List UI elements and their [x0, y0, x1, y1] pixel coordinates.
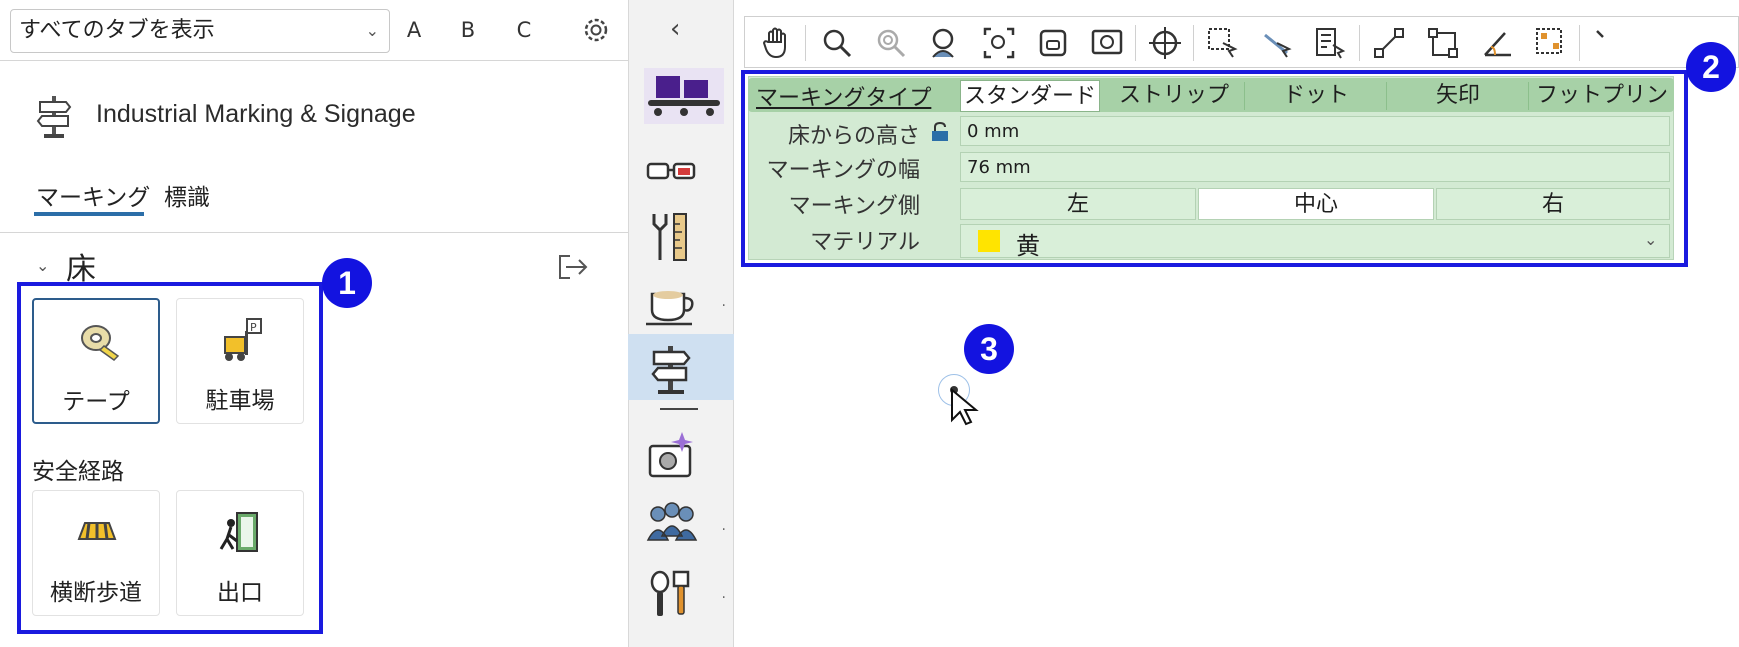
more-indicator: ·	[721, 298, 726, 314]
tab-filter-value: すべてのタブを表示	[19, 18, 215, 43]
zoom-selection-icon[interactable]	[1035, 25, 1071, 61]
filter-b-button[interactable]: B	[452, 14, 484, 46]
category-camera[interactable]	[628, 420, 734, 486]
kitchen-tools-icon	[650, 570, 690, 616]
tab-filter-dropdown[interactable]: すべてのタブを表示 ⌄	[10, 9, 390, 53]
category-signage[interactable]	[628, 334, 734, 400]
tools-icon	[652, 213, 687, 261]
filter-a-button[interactable]: A	[398, 14, 430, 46]
zoom-person-icon[interactable]	[927, 25, 963, 61]
hand-pan-icon[interactable]	[759, 25, 795, 61]
tab-signage[interactable]: 標識	[164, 178, 210, 212]
category-people[interactable]: ·	[628, 492, 734, 558]
category-glasses[interactable]	[628, 134, 734, 200]
callout-box-1	[17, 282, 323, 634]
category-conveyor[interactable]	[628, 60, 734, 126]
tab-marking[interactable]: マーキング	[36, 178, 150, 212]
zoom-window-icon[interactable]	[1089, 25, 1125, 61]
distance-icon[interactable]	[1425, 25, 1461, 61]
more-indicator: ·	[721, 590, 726, 606]
more-icon[interactable]	[1591, 25, 1627, 61]
callout-badge-1: 1	[322, 258, 372, 308]
callout-box-2	[741, 70, 1688, 267]
conveyor-icon	[644, 68, 724, 124]
callout-badge-2: 2	[1686, 42, 1736, 92]
strip-divider	[660, 408, 698, 410]
mouse-cursor-icon	[951, 388, 979, 426]
select-list-icon[interactable]	[1313, 25, 1349, 61]
export-icon[interactable]	[556, 252, 590, 282]
divider	[0, 60, 628, 61]
center-target-icon[interactable]	[1147, 25, 1183, 61]
category-kitchen[interactable]: ·	[628, 560, 734, 626]
zoom-fit-icon[interactable]	[981, 25, 1017, 61]
gear-icon[interactable]	[578, 12, 614, 48]
select-box-icon[interactable]	[1205, 25, 1241, 61]
camera-sparkle-icon	[648, 432, 693, 478]
toolbar-separator	[1135, 25, 1136, 61]
zoom-icon[interactable]	[819, 25, 855, 61]
toolbar-separator	[805, 25, 806, 61]
connect-points-icon[interactable]	[1371, 25, 1407, 61]
signpost-icon	[36, 96, 72, 138]
people-icon	[646, 502, 698, 541]
angle-icon[interactable]	[1479, 25, 1515, 61]
active-tab-indicator	[34, 212, 144, 216]
divider	[0, 232, 628, 233]
move-points-icon[interactable]	[1533, 25, 1569, 61]
filter-c-button[interactable]: C	[508, 14, 540, 46]
chevron-down-icon[interactable]: ⌄	[36, 256, 49, 275]
toolbar-separator	[1359, 25, 1360, 61]
library-panel: すべてのタブを表示 ⌄ A B C Industrial Marking & S…	[0, 0, 628, 647]
callout-badge-3: 3	[964, 324, 1014, 374]
select-lasso-icon[interactable]	[1259, 25, 1295, 61]
category-tools[interactable]	[628, 202, 734, 268]
coffee-cup-icon	[646, 291, 694, 326]
signpost-icon	[651, 346, 691, 394]
glasses-icon	[646, 162, 696, 180]
collapse-panel-button[interactable]: ‹	[670, 14, 680, 44]
zoom-disabled-icon[interactable]	[873, 25, 909, 61]
panel-title: Industrial Marking & Signage	[96, 100, 416, 128]
toolbar-separator	[1579, 25, 1580, 61]
chevron-down-icon: ⌄	[365, 21, 379, 40]
toolbar-separator	[1193, 25, 1194, 61]
view-toolbar	[744, 16, 1739, 68]
category-coffee[interactable]: ·	[628, 268, 734, 334]
more-indicator: ·	[721, 522, 726, 538]
